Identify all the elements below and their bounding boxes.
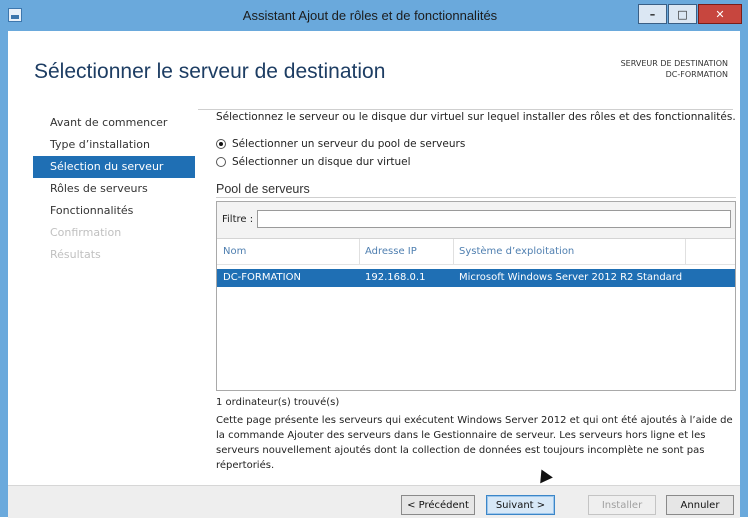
header-divider	[198, 109, 733, 110]
option-server-pool[interactable]: Sélectionner un serveur du pool de serve…	[216, 138, 465, 150]
column-header-name[interactable]: Nom	[223, 246, 246, 257]
cell-os: Microsoft Windows Server 2012 R2 Standar…	[459, 272, 683, 283]
destination-value: DC-FORMATION	[665, 70, 728, 79]
radio-server-pool[interactable]	[216, 139, 226, 149]
title-bar[interactable]: Assistant Ajout de rôles et de fonctionn…	[0, 0, 748, 31]
radio-virtual-disk[interactable]	[216, 157, 226, 167]
next-button[interactable]: Suivant >	[486, 495, 555, 515]
column-divider[interactable]	[685, 239, 686, 264]
pool-title: Pool de serveurs	[216, 182, 310, 196]
window-title: Assistant Ajout de rôles et de fonctionn…	[242, 8, 498, 23]
option-virtual-disk[interactable]: Sélectionner un disque dur virtuel	[216, 156, 411, 168]
intro-text: Sélectionnez le serveur ou le disque dur…	[216, 111, 736, 123]
wizard-window: Assistant Ajout de rôles et de fonctionn…	[0, 0, 748, 518]
wizard-content: Sélectionner le serveur de destination S…	[8, 31, 740, 518]
nav-item-fonctionnalites[interactable]: Fonctionnalités	[33, 200, 195, 222]
description-text: Cette page présente les serveurs qui exé…	[216, 415, 733, 471]
cell-name: DC-FORMATION	[223, 272, 301, 283]
nav-item-selection-serveur[interactable]: Sélection du serveur	[33, 156, 195, 178]
server-grid: Nom Adresse IP Système d’exploitation DC…	[217, 239, 735, 287]
filter-input[interactable]	[257, 210, 731, 228]
minimize-button[interactable]: –	[638, 4, 667, 24]
column-header-ip[interactable]: Adresse IP	[365, 246, 417, 257]
page-title: Sélectionner le serveur de destination	[34, 60, 386, 83]
option-virtual-disk-label: Sélectionner un disque dur virtuel	[232, 156, 411, 168]
destination-label: SERVEUR DE DESTINATION	[620, 59, 728, 68]
close-button[interactable]: ✕	[698, 4, 742, 24]
cancel-button[interactable]: Annuler	[666, 495, 734, 515]
column-header-os[interactable]: Système d’exploitation	[459, 246, 574, 257]
table-row[interactable]: DC-FORMATION 192.168.0.1 Microsoft Windo…	[217, 269, 735, 287]
filter-bar: Filtre :	[217, 202, 735, 239]
nav-item-type-installation[interactable]: Type d’installation	[33, 134, 195, 156]
filter-label: Filtre :	[222, 214, 254, 225]
wizard-nav: Avant de commencer Type d’installation S…	[33, 112, 195, 266]
wizard-footer: < Précédent Suivant > Installer Annuler	[8, 485, 740, 518]
grid-header: Nom Adresse IP Système d’exploitation	[217, 239, 735, 265]
previous-button[interactable]: < Précédent	[401, 495, 475, 515]
found-count: 1 ordinateur(s) trouvé(s)	[216, 397, 340, 408]
maximize-button[interactable]: □	[668, 4, 697, 24]
install-button: Installer	[588, 495, 656, 515]
nav-item-avant-de-commencer[interactable]: Avant de commencer	[33, 112, 195, 134]
window-controls: – □ ✕	[637, 4, 742, 24]
column-divider[interactable]	[359, 239, 360, 264]
nav-item-confirmation: Confirmation	[50, 226, 122, 239]
pool-divider	[216, 197, 736, 198]
server-manager-app-icon[interactable]	[8, 8, 22, 22]
server-pool-list[interactable]: Filtre : Nom Adresse IP Système d’exploi…	[216, 201, 736, 391]
option-server-pool-label: Sélectionner un serveur du pool de serve…	[232, 138, 466, 150]
nav-item-roles-serveurs[interactable]: Rôles de serveurs	[33, 178, 195, 200]
column-divider[interactable]	[453, 239, 454, 264]
cell-ip: 192.168.0.1	[365, 272, 426, 283]
destination-server-info: SERVEUR DE DESTINATION DC-FORMATION	[621, 58, 728, 80]
nav-item-resultats: Résultats	[50, 248, 101, 261]
